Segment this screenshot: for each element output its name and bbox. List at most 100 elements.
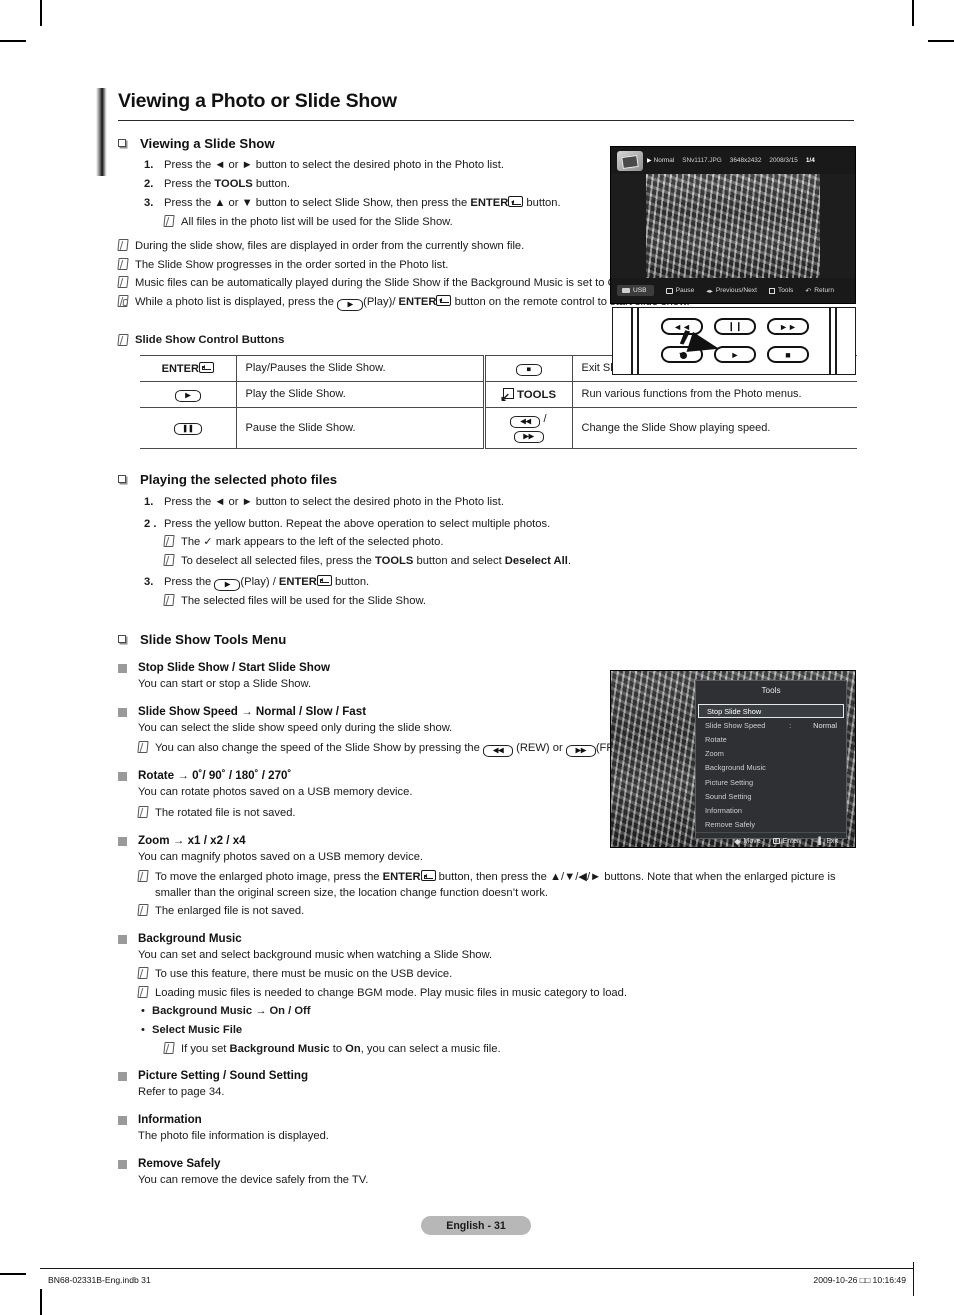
- note-text: To deselect all selected files, press th…: [181, 554, 858, 569]
- square-bullet-icon: [118, 663, 127, 673]
- tools-item-label: Remove Safely: [705, 820, 756, 830]
- tools-item-sound-setting[interactable]: Sound Setting: [696, 789, 846, 803]
- note-text-bold2: Deselect All: [504, 554, 568, 567]
- section-bullet-icon: [118, 139, 131, 150]
- tools-item-label: Stop Slide Show: [707, 706, 762, 716]
- section-heading: Slide Show Tools Menu: [140, 632, 287, 648]
- tools-item-zoom[interactable]: Zoom: [696, 747, 846, 761]
- section-slide-show-tools-menu: Slide Show Tools Menu: [118, 632, 858, 649]
- remote-edge-line-right: [835, 308, 837, 374]
- note-pencil-icon: [163, 553, 181, 569]
- cell-key-stop: ■: [484, 354, 573, 382]
- tools-item-stop-slide-show[interactable]: Stop Slide Show: [698, 704, 844, 719]
- tools-item-rotate[interactable]: Rotate: [696, 732, 846, 746]
- hint-previous-next: ◂▸ Previous/Next: [706, 287, 757, 295]
- dot-bullet-icon: •: [141, 1024, 145, 1036]
- entry-body: You can set and select background music …: [138, 948, 493, 961]
- tools-item-remove-safely[interactable]: Remove Safely: [696, 818, 846, 832]
- section-bullet-icon: [118, 635, 131, 646]
- tools-item-background-music[interactable]: Background Music: [696, 761, 846, 775]
- tools-item-picture-setting[interactable]: Picture Setting: [696, 775, 846, 789]
- section-heading: Viewing a Slide Show: [140, 136, 275, 151]
- tools-item-label: Information: [705, 805, 742, 815]
- photo-thumbnail-icon: [617, 150, 643, 171]
- step-number: 3.: [144, 197, 154, 210]
- cell-desc: Play/Pauses the Slide Show.: [236, 354, 486, 382]
- forward-key-icon: ▶▶: [565, 745, 596, 758]
- remote-play-button: ►: [714, 346, 756, 363]
- tools-menu-entry: Picture Setting / Sound Setting Refer to…: [118, 1068, 858, 1101]
- step-text-bold: ENTER: [470, 197, 509, 210]
- tools-item-label: Zoom: [705, 749, 724, 759]
- note-pencil-icon: [163, 214, 181, 230]
- entry-title: Information: [138, 1112, 202, 1126]
- cell-desc: Run various functions from the Photo men…: [572, 380, 857, 408]
- remote-edge-line-right-inner: [829, 308, 831, 374]
- tools-item-information[interactable]: Information: [696, 803, 846, 817]
- enter-key-icon: [436, 294, 452, 306]
- enter-key-icon: [508, 196, 524, 208]
- tools-label: TOOLS: [517, 388, 557, 401]
- cell-key-tools: TOOLS: [484, 380, 573, 408]
- osd-mode: Normal: [653, 157, 675, 164]
- cell-desc: Change the Slide Show playing speed.: [572, 406, 857, 449]
- note-item: Loading music files is needed to change …: [137, 985, 858, 1001]
- cell-key-pause: ❚❚: [140, 406, 237, 449]
- remote-pause-button: ❙❙: [714, 318, 756, 335]
- square-bullet-icon: [118, 772, 127, 782]
- note-text-bold: Background Music: [229, 1042, 330, 1055]
- step-text-mid: (Play) /: [240, 575, 279, 588]
- usb-source-chip: USB: [617, 285, 654, 296]
- note-item: To move the enlarged photo image, press …: [137, 870, 858, 901]
- note-pencil-icon: [137, 870, 155, 885]
- tools-item-slide-show-speed[interactable]: Slide Show Speed : Normal: [696, 718, 846, 732]
- note-text: Loading music files is needed to change …: [155, 986, 627, 999]
- osd-resolution: 3648x2432: [729, 157, 762, 164]
- entry-title: Background Music: [138, 931, 242, 945]
- note-text-bold2: On: [345, 1042, 361, 1055]
- footer-enter-label: Enter: [782, 837, 800, 845]
- left-right-icon: ◂▸: [706, 287, 713, 295]
- note-text-pre: To deselect all selected files, press th…: [181, 554, 376, 567]
- note-item: To deselect all selected files, press th…: [163, 553, 858, 569]
- step-text-post: button.: [331, 575, 370, 588]
- note-text-mid: button and select: [413, 554, 505, 567]
- manual-page: Viewing a Photo or Slide Show Viewing a …: [0, 0, 954, 1315]
- footer-exit: →▌ Exit: [811, 838, 838, 845]
- remote-edge-line-left-inner: [637, 308, 639, 374]
- step-text: Press the yellow button. Repeat the abov…: [164, 517, 551, 530]
- note-text-bold: ENTER: [398, 295, 437, 308]
- note-text: If you set Background Music to On, you c…: [181, 1042, 858, 1057]
- tools-item-label: Rotate: [705, 734, 727, 744]
- step-number: 3.: [144, 575, 154, 588]
- note-pencil-icon: [137, 967, 155, 982]
- step-number: 1.: [144, 496, 154, 509]
- entry-body: You can magnify photos saved on a USB me…: [138, 850, 424, 863]
- enter-icon: [772, 838, 780, 845]
- note-text: To use this feature, there must be music…: [155, 968, 453, 981]
- note-item: The enlarged file is not saved.: [137, 904, 858, 919]
- page-number-badge: English - 31: [421, 1216, 531, 1235]
- screenshot-slide-show: ▶ Normal SNv1117.JPG 3648x2432 2008/3/15…: [610, 146, 856, 304]
- rewind-key-icon: ◀◀: [482, 745, 513, 758]
- note-text: The enlarged file is not saved.: [155, 905, 305, 918]
- section-bullet-icon: [118, 474, 131, 486]
- note-text-pre: While a photo list is displayed, press t…: [135, 295, 338, 308]
- remote-control-figure: ◄◄ ❙❙ ►► ▼ ► ■: [612, 307, 856, 375]
- step-number: 2 .: [144, 517, 157, 530]
- pause-key-icon: ❚❚: [173, 423, 202, 436]
- enter-key-icon: [420, 870, 436, 882]
- forward-key-icon: ▶▶: [513, 430, 544, 443]
- enter-label: ENTER: [161, 362, 199, 375]
- return-icon: ↶: [805, 287, 812, 295]
- entry-body: Refer to page 34.: [138, 1086, 225, 1099]
- osd-hint-bar: USB Pause ◂▸ Previous/Next Tools ↶ Return: [611, 278, 855, 303]
- step-item: 2 . Press the yellow button. Repeat the …: [144, 517, 858, 532]
- step-text: Press the ▶ (Play) / ENTER button.: [164, 574, 858, 591]
- note-pencil-icon: [117, 331, 135, 349]
- footer-timestamp: 2009-10-26 □□ 10:16:49: [813, 1275, 906, 1285]
- hint-tools-label: Tools: [777, 287, 794, 294]
- exit-icon: →▌: [811, 837, 824, 845]
- note-item: If you set Background Music to On, you c…: [163, 1041, 858, 1057]
- footer-crop-tick: [913, 1262, 914, 1296]
